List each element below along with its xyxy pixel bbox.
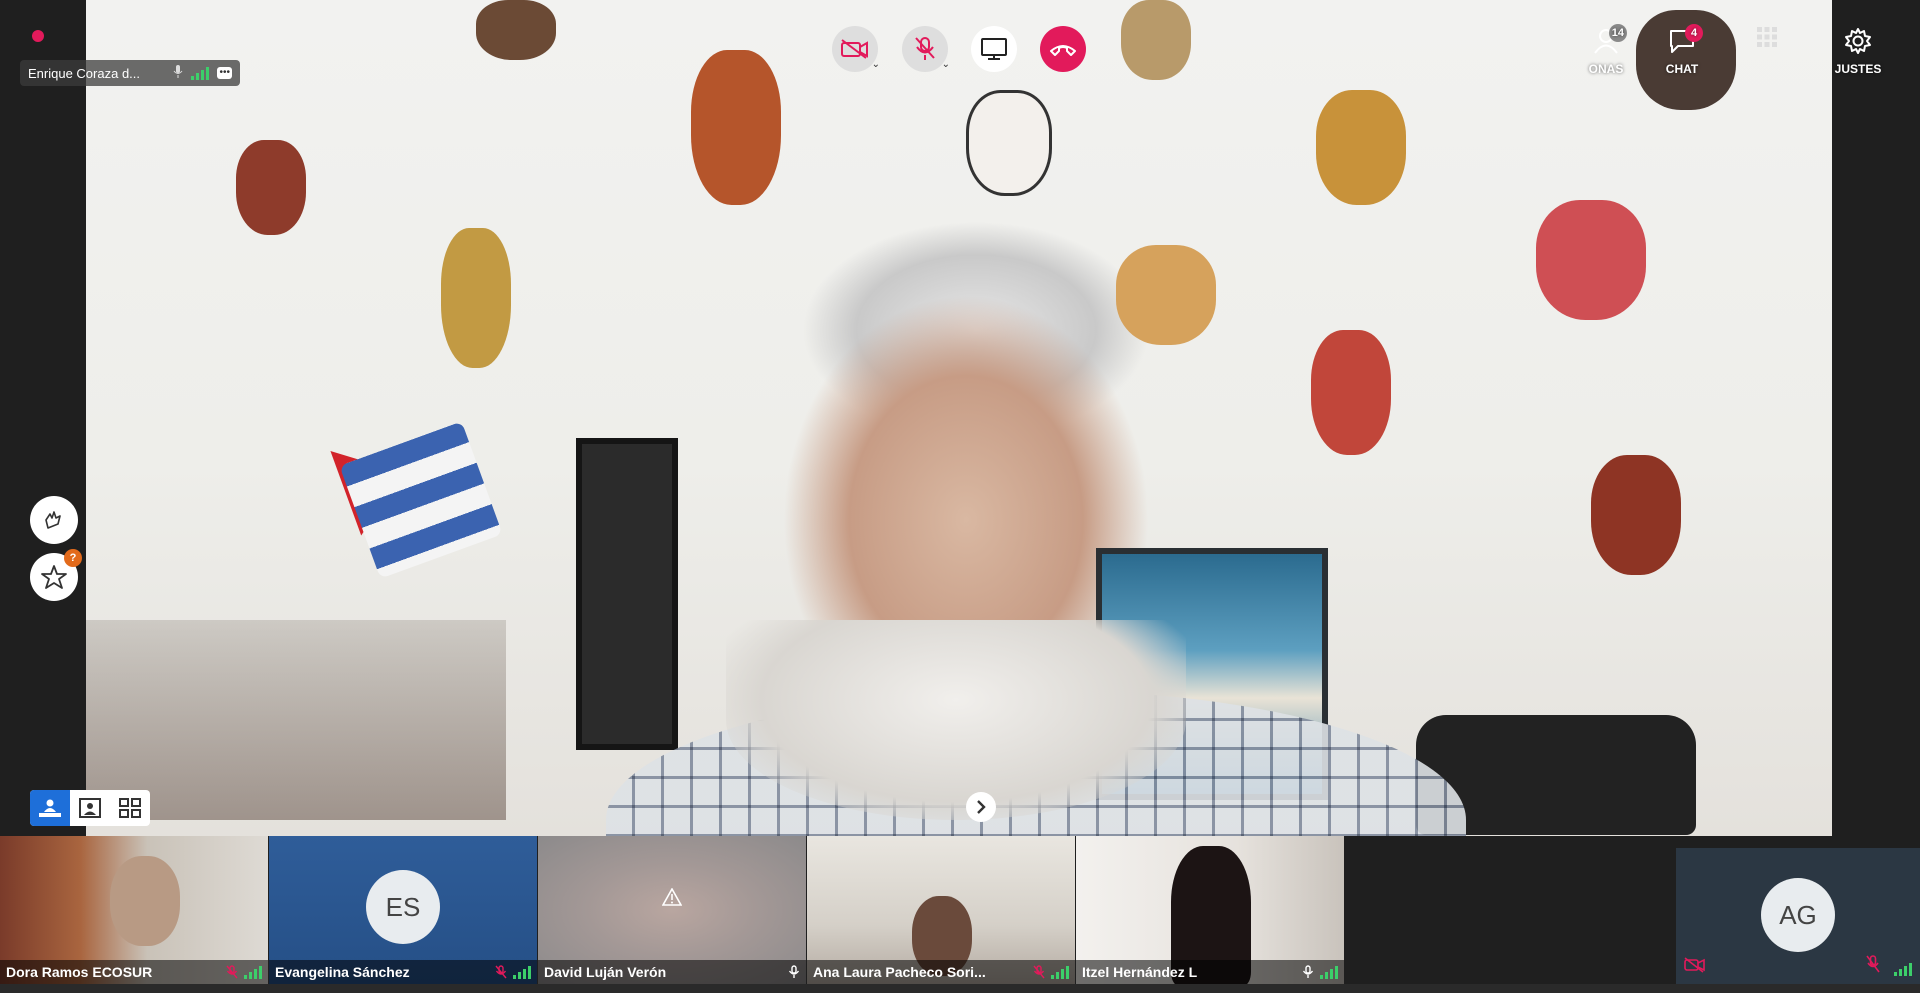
participant-tile[interactable]: David Luján Verón [538, 836, 806, 984]
self-avatar: AG [1761, 878, 1835, 952]
apps-grid-button[interactable] [1752, 26, 1782, 48]
mic-off-icon [1033, 965, 1045, 979]
wall-mask [1591, 455, 1681, 575]
participant-name: Ana Laura Pacheco Sori... [813, 964, 986, 980]
chat-label: CHAT [1665, 62, 1699, 76]
chevron-down-icon[interactable]: ⌄ [942, 59, 950, 70]
recording-indicator [32, 30, 44, 42]
people-count-badge: 14 [1608, 24, 1627, 42]
reactions-button[interactable] [30, 496, 78, 544]
clap-icon [45, 511, 61, 529]
mic-off-icon [495, 965, 507, 979]
hangup-icon [1050, 45, 1076, 56]
screen-share-button[interactable] [971, 26, 1017, 72]
wall-mask [966, 90, 1052, 196]
wall-mask [1116, 245, 1216, 345]
signal-icon [191, 66, 210, 80]
signal-icon [1051, 965, 1069, 979]
settings-label: JUSTES [1834, 62, 1882, 76]
help-badge: ? [64, 549, 82, 567]
wall-mask [691, 50, 781, 205]
participant-tile[interactable]: Dora Ramos ECOSUR [0, 836, 268, 984]
participant-label: Itzel Hernández L [1076, 960, 1344, 984]
signal-icon [244, 965, 262, 979]
signal-icon [513, 965, 531, 979]
mic-icon [1302, 965, 1314, 978]
people-label: ONAS [1588, 62, 1624, 76]
mic-off-icon [1866, 955, 1880, 978]
participant-name: Dora Ramos ECOSUR [6, 964, 153, 980]
participant-tile[interactable]: ES Evangelina Sánchez [269, 836, 537, 984]
screen-share-icon [981, 38, 1007, 60]
hangup-button[interactable] [1040, 26, 1086, 72]
single-layout-button[interactable] [70, 790, 110, 826]
star-icon [41, 565, 67, 589]
self-view-tile[interactable]: AG [1676, 848, 1920, 984]
mic-icon [173, 64, 183, 82]
contact-icon [79, 798, 101, 818]
grid-view-icon [119, 798, 141, 818]
active-speaker-chip: Enrique Coraza d... ••• [20, 60, 240, 86]
mic-off-icon [915, 37, 935, 60]
camera-off-icon [1684, 957, 1706, 978]
wall-mask [476, 0, 556, 60]
wall-mask [1316, 90, 1406, 205]
mic-toggle-button[interactable]: ⌄ [902, 26, 950, 72]
chat-count-badge: 4 [1685, 24, 1703, 42]
wall-mask [1121, 0, 1191, 80]
people-button[interactable]: 14 ONAS [1576, 24, 1636, 76]
wall-mask [236, 140, 306, 235]
grid-layout-button[interactable] [110, 790, 150, 826]
participant-name: David Luján Verón [544, 964, 667, 980]
speaker-layout-button[interactable] [30, 790, 70, 826]
participant-video [110, 856, 180, 946]
shelf [86, 620, 506, 820]
next-page-button[interactable] [966, 792, 996, 822]
settings-button[interactable]: JUSTES [1832, 26, 1884, 76]
mic-off-icon [226, 965, 238, 979]
grid-icon [1757, 27, 1777, 47]
participant-name: Itzel Hernández L [1082, 964, 1198, 980]
favorites-button[interactable]: ? [30, 549, 82, 601]
participant-label: Ana Laura Pacheco Sori... [807, 960, 1075, 984]
picture-frame [576, 438, 678, 750]
chevron-down-icon[interactable]: ⌄ [872, 59, 880, 70]
warning-icon [661, 887, 683, 911]
chevron-right-icon [977, 800, 986, 814]
gear-icon [1845, 28, 1871, 54]
signal-icon [1320, 965, 1338, 979]
participant-label: David Luján Verón [538, 960, 806, 984]
camera-off-icon [841, 39, 868, 59]
main-speaker-video [86, 0, 1832, 836]
signal-icon [1894, 962, 1912, 976]
mic-icon [788, 965, 800, 978]
bottom-strip [0, 984, 1920, 993]
avatar: ES [366, 870, 440, 944]
presenter-icon [39, 799, 61, 817]
active-speaker-name: Enrique Coraza d... [28, 65, 141, 81]
participant-label: Evangelina Sánchez [269, 960, 537, 984]
chat-button[interactable]: 4 CHAT [1652, 24, 1712, 76]
beard [726, 620, 1186, 820]
layout-switcher[interactable] [30, 790, 150, 826]
camera-toggle-button[interactable]: ⌄ [832, 26, 880, 72]
participant-tile[interactable]: Ana Laura Pacheco Sori... [807, 836, 1075, 984]
wall-mask [1536, 200, 1646, 320]
wall-mask [1311, 330, 1391, 455]
participant-name: Evangelina Sánchez [275, 964, 410, 980]
participant-tile[interactable]: Itzel Hernández L [1076, 836, 1344, 984]
wall-mask [441, 228, 511, 368]
more-options-icon[interactable]: ••• [217, 67, 232, 79]
participant-label: Dora Ramos ECOSUR [0, 960, 268, 984]
